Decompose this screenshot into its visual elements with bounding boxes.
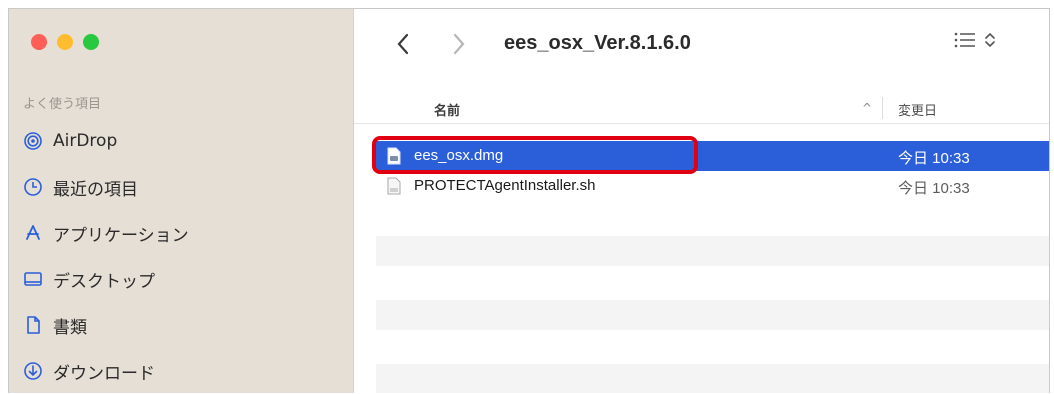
file-name: ees_osx.dmg [414, 147, 504, 164]
column-divider[interactable] [882, 97, 883, 119]
desktop-icon [23, 269, 43, 289]
file-row-selected[interactable]: ees_osx.dmg 今日 10:33 [376, 141, 1049, 171]
sidebar-item-label: デスクトップ [53, 271, 155, 292]
file-date: 今日 10:33 [898, 150, 970, 167]
sidebar-item-downloads[interactable]: ダウンロード [23, 356, 155, 386]
disk-image-icon [386, 147, 402, 165]
window-title: ees_osx_Ver.8.1.6.0 [504, 32, 691, 54]
list-view-icon [954, 32, 975, 48]
sidebar-item-recents[interactable]: 最近の項目 [23, 172, 138, 202]
empty-row [376, 300, 1049, 330]
sidebar-item-applications[interactable]: アプリケーション [23, 218, 189, 248]
column-header: 名前 ^ 変更日 [354, 95, 1049, 124]
sort-ascending-icon[interactable]: ^ [862, 101, 872, 115]
window-controls [31, 34, 99, 50]
sidebar-item-label: 書類 [53, 317, 87, 338]
empty-row [376, 236, 1049, 266]
chevron-up-down-icon [985, 32, 995, 48]
sidebar-section-favorites: よく使う項目 [23, 97, 102, 112]
empty-row [376, 364, 1049, 393]
toolbar: ees_osx_Ver.8.1.6.0 [354, 9, 1049, 83]
applications-icon [23, 223, 43, 243]
file-name: PROTECTAgentInstaller.sh [414, 177, 596, 194]
view-options-button[interactable] [954, 31, 996, 49]
sidebar-item-label: アプリケーション [53, 225, 189, 246]
sidebar: よく使う項目 AirDrop 最近の項目 アプリケーション デスクトップ 書類 … [9, 9, 354, 393]
sidebar-item-documents[interactable]: 書類 [23, 310, 87, 340]
forward-button[interactable] [446, 29, 472, 59]
file-row[interactable]: PROTECTAgentInstaller.sh 今日 10:33 [376, 171, 1049, 201]
sidebar-item-label: 最近の項目 [53, 179, 138, 200]
column-date-header[interactable]: 変更日 [898, 100, 937, 119]
script-file-icon [386, 177, 402, 195]
finder-window: よく使う項目 AirDrop 最近の項目 アプリケーション デスクトップ 書類 … [8, 8, 1050, 393]
minimize-window-button[interactable] [57, 34, 73, 50]
column-name-header[interactable]: 名前 [434, 100, 460, 119]
chevron-left-icon [397, 33, 409, 55]
close-window-button[interactable] [31, 34, 47, 50]
sidebar-item-label: ダウンロード [53, 363, 155, 384]
download-icon [23, 361, 43, 381]
clock-icon [23, 177, 43, 197]
file-date: 今日 10:33 [898, 180, 970, 197]
sidebar-item-airdrop[interactable]: AirDrop [23, 126, 117, 156]
back-button[interactable] [390, 29, 416, 59]
sidebar-item-label: AirDrop [53, 131, 118, 151]
file-browser: ees_osx_Ver.8.1.6.0 名前 ^ 変更日 ees_osx.dmg [354, 9, 1049, 393]
chevron-right-icon [453, 33, 465, 55]
document-icon [23, 315, 43, 335]
airdrop-icon [23, 131, 43, 151]
sidebar-item-desktop[interactable]: デスクトップ [23, 264, 155, 294]
zoom-window-button[interactable] [83, 34, 99, 50]
